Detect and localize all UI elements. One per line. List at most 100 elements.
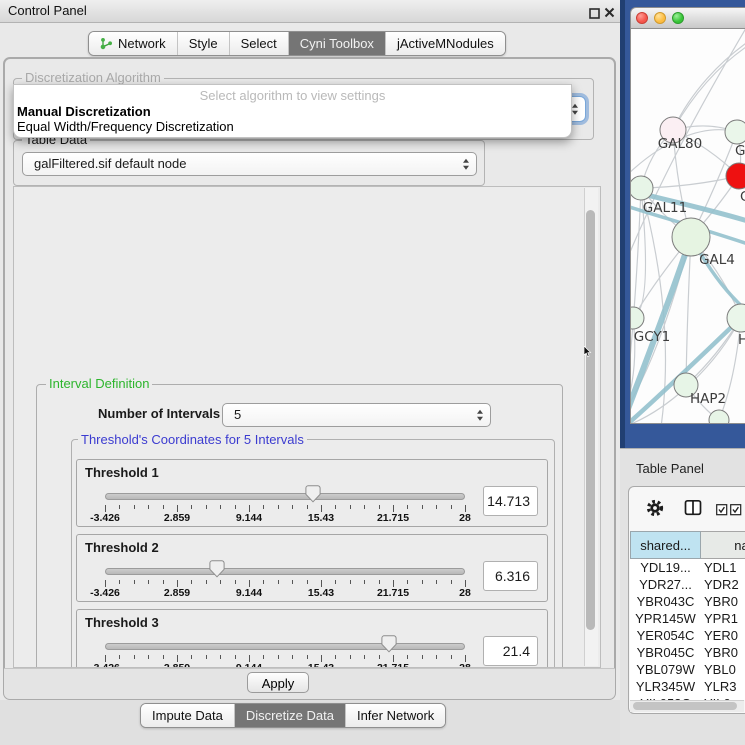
network-node-gcy1[interactable] [631, 307, 644, 329]
slider-tick [307, 580, 308, 584]
combo-spinner-icon [463, 159, 469, 170]
table-horizontal-scrollbar-thumb[interactable] [633, 702, 737, 710]
tab-impute-data[interactable]: Impute Data [141, 704, 234, 727]
table-row[interactable]: YDR27...YDR2 [630, 576, 745, 593]
network-node-label: GCY1 [634, 329, 671, 345]
table-data-combobox-value: galFiltered.sif default node [34, 153, 186, 175]
cell-name: YPR1 [704, 610, 738, 627]
slider-tick-label: 21.715 [377, 587, 409, 599]
slider-tick [278, 655, 279, 659]
slider-tick [364, 505, 365, 509]
network-edge[interactable] [673, 41, 745, 130]
slider-tick [379, 655, 380, 659]
tab-network[interactable]: Network [89, 32, 177, 55]
control-panel-title: Control Panel [8, 0, 87, 22]
slider-tick [407, 580, 408, 584]
gear-icon[interactable] [645, 498, 665, 523]
window-close-traffic-light[interactable] [636, 12, 648, 24]
threshold-slider-track[interactable] [105, 493, 465, 500]
table-row[interactable]: YBR043CYBR0 [630, 593, 745, 610]
threshold-slider-track[interactable] [105, 643, 465, 650]
network-edge[interactable] [641, 188, 666, 424]
panel-vertical-scrollbar-thumb[interactable] [586, 210, 595, 630]
tab-label: Infer Network [357, 704, 434, 727]
table-row[interactable]: YLR345WYLR3 [630, 678, 745, 695]
float-window-icon[interactable] [589, 6, 600, 24]
slider-tick [105, 580, 106, 587]
combo-spinner-icon [477, 410, 483, 421]
threshold-label: Threshold 3 [85, 615, 159, 630]
popup-option-manual-discretization[interactable]: Manual Discretization [14, 104, 571, 119]
threshold-label: Threshold 2 [85, 540, 159, 555]
network-view-canvas[interactable]: GAL80GACGAL11GAL4GCY1HHAP2 [630, 29, 745, 424]
column-header-name[interactable]: name [701, 531, 745, 559]
window-minimize-traffic-light[interactable] [654, 12, 666, 24]
tab-style[interactable]: Style [177, 32, 229, 55]
slider-tick-label: -3.426 [90, 587, 120, 599]
table-row[interactable]: YBR045CYBR0 [630, 644, 745, 661]
threshold-value-field[interactable]: 6.316 [483, 561, 538, 591]
threshold-1-box: Threshold 1-3.4262.8599.14415.4321.71528… [76, 459, 548, 527]
column-header-shared-name[interactable]: shared... [630, 531, 701, 559]
control-panel-titlebar: Control Panel [0, 0, 620, 23]
slider-tick [206, 580, 207, 584]
popup-option-equal-width-frequency-discretization[interactable]: Equal Width/Frequency Discretization [14, 119, 571, 134]
threshold-value-field[interactable]: 14.713 [483, 486, 538, 516]
table-row[interactable]: YPR145WYPR1 [630, 610, 745, 627]
tab-discretize-data[interactable]: Discretize Data [234, 704, 345, 727]
tab-infer-network[interactable]: Infer Network [345, 704, 445, 727]
screen: Control Panel NetworkStyleSelectCyni Too… [0, 0, 745, 745]
column-checkbox-icons[interactable] [716, 503, 742, 521]
settings-scroll-area: Interval Definition Number of Intervals … [13, 186, 601, 668]
table-row[interactable]: YDL19...YDL1 [630, 559, 745, 576]
table-row[interactable]: YER054CYER0 [630, 627, 745, 644]
slider-tick [191, 580, 192, 584]
slider-tick [220, 655, 221, 659]
number-of-intervals-combobox[interactable]: 5 [222, 403, 491, 427]
cell-shared-name: YDL19... [630, 559, 701, 576]
slider-tick [335, 655, 336, 659]
tab-select[interactable]: Select [229, 32, 288, 55]
slider-tick [105, 505, 106, 512]
window-zoom-traffic-light[interactable] [672, 12, 684, 24]
slider-tick [407, 505, 408, 509]
slider-tick [451, 580, 452, 584]
network-edge[interactable] [686, 237, 691, 385]
algorithm-popup-items: Manual DiscretizationEqual Width/Frequen… [14, 104, 571, 134]
control-panel-tabs: NetworkStyleSelectCyni Toolbox jActiveMNo… [88, 31, 506, 56]
thresholds-group-label: Threshold's Coordinates for 5 Intervals [78, 433, 307, 446]
threshold-slider-track[interactable] [105, 568, 465, 575]
table-row[interactable]: YBL079WYBL0 [630, 661, 745, 678]
tab-cyni-toolbox[interactable]: Cyni Toolbox [288, 32, 385, 55]
slider-tick [335, 580, 336, 584]
slider-tick [350, 580, 351, 584]
cell-name: YBR0 [704, 644, 738, 661]
split-panel-icon[interactable] [684, 499, 702, 522]
tab-label: Impute Data [152, 704, 223, 727]
slider-tick [278, 580, 279, 584]
cell-shared-name: YBL079W [630, 661, 701, 678]
slider-tick [292, 655, 293, 659]
tab-jactivemnodules[interactable]: jActiveMNodules [385, 32, 505, 55]
discretization-algorithm-label: Discretization Algorithm [22, 71, 164, 84]
slider-tick [451, 505, 452, 509]
network-node-gal4[interactable] [672, 218, 710, 256]
slider-tick [350, 505, 351, 509]
apply-button[interactable]: Apply [247, 672, 309, 693]
network-edge[interactable] [641, 176, 739, 188]
network-edge[interactable] [673, 47, 745, 130]
threshold-value-field[interactable]: 21.4 [483, 636, 538, 666]
close-icon[interactable] [604, 5, 615, 23]
slider-tick [307, 655, 308, 659]
network-node-ga[interactable] [725, 120, 745, 144]
slider-tick [436, 505, 437, 509]
slider-tick [235, 580, 236, 584]
slider-tick [177, 505, 178, 512]
tab-label: jActiveMNodules [397, 32, 494, 55]
network-node-label: GAL11 [643, 200, 687, 216]
network-node[interactable] [709, 410, 729, 424]
network-node-label: H [738, 332, 745, 348]
cell-shared-name: YLR345W [630, 678, 701, 695]
network-node-gal11[interactable] [631, 176, 653, 200]
table-data-combobox[interactable]: galFiltered.sif default node [22, 152, 477, 176]
